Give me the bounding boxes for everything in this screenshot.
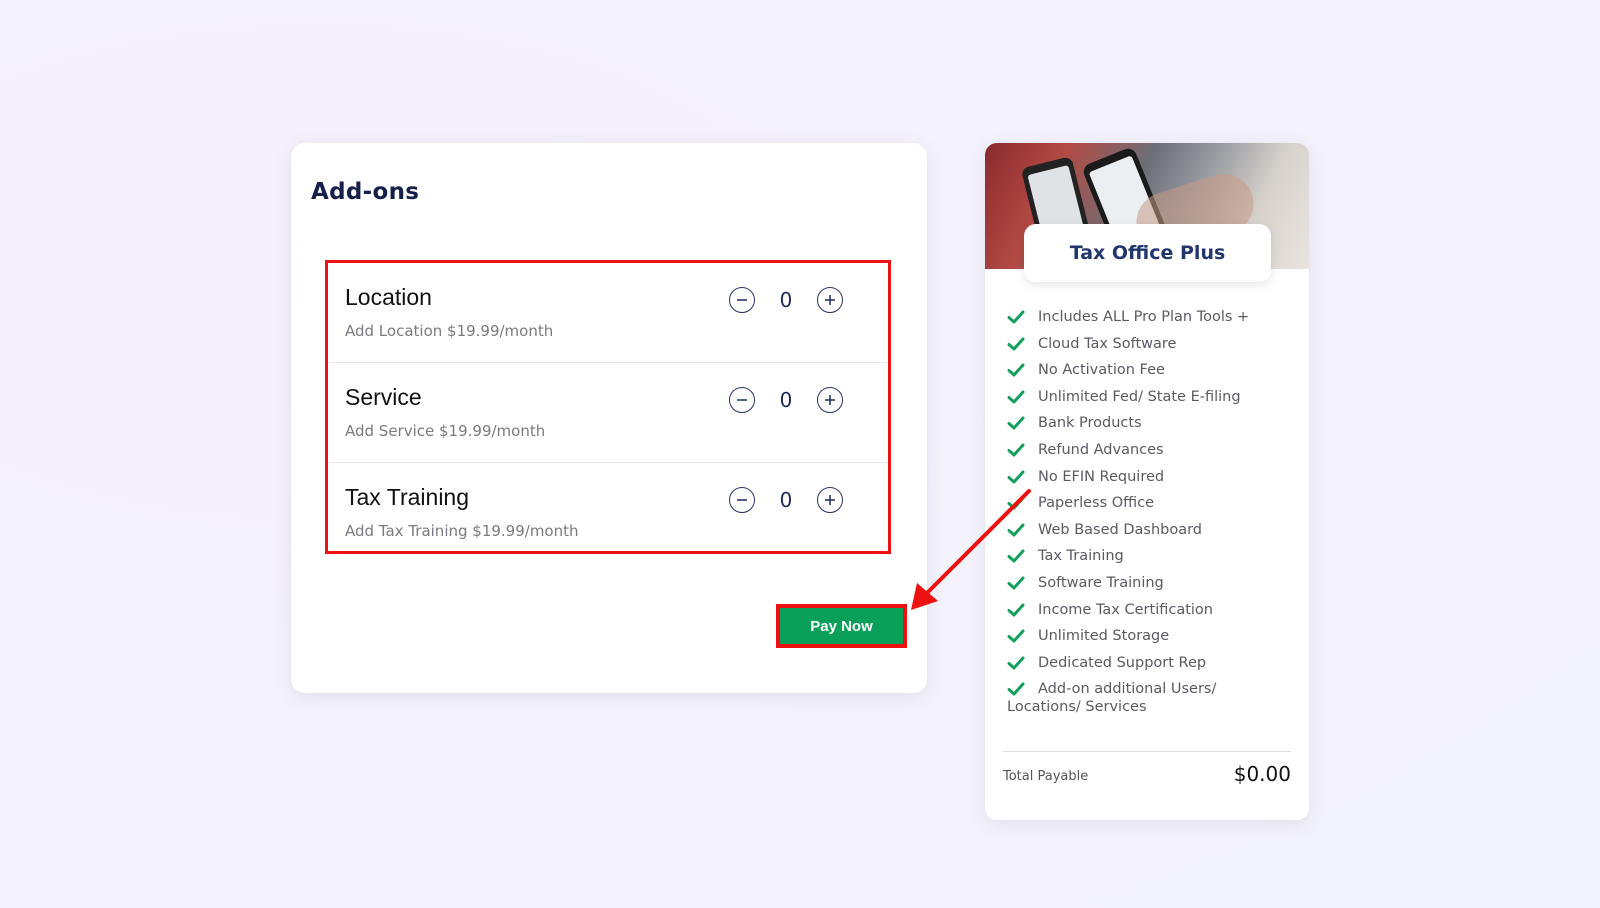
addon-name: Service bbox=[345, 384, 422, 410]
feature-text-continued: Locations/ Services bbox=[1007, 699, 1147, 716]
increment-button[interactable] bbox=[817, 387, 843, 413]
check-icon bbox=[1007, 523, 1025, 537]
total-payable-value: $0.00 bbox=[1233, 762, 1291, 786]
plan-summary-card: Tax Office Plus Includes ALL Pro Plan To… bbox=[985, 143, 1309, 820]
quantity-stepper: 0 bbox=[729, 487, 849, 517]
feature-item: Unlimited Storage bbox=[1007, 627, 1297, 654]
feature-item: Refund Advances bbox=[1007, 441, 1297, 468]
feature-text: No Activation Fee bbox=[1038, 362, 1165, 379]
increment-button[interactable] bbox=[817, 287, 843, 313]
minus-icon bbox=[737, 399, 747, 401]
feature-item: Paperless Office bbox=[1007, 494, 1297, 521]
addon-description: Add Service $19.99/month bbox=[345, 422, 546, 440]
divider bbox=[1003, 751, 1291, 752]
feature-item: Income Tax Certification bbox=[1007, 601, 1297, 628]
feature-text: Refund Advances bbox=[1038, 441, 1164, 458]
feature-item: Add-on additional Users/Locations/ Servi… bbox=[1007, 680, 1297, 716]
feature-item: Web Based Dashboard bbox=[1007, 521, 1297, 548]
check-icon bbox=[1007, 363, 1025, 377]
check-icon bbox=[1007, 682, 1025, 696]
quantity-stepper: 0 bbox=[729, 287, 849, 317]
check-icon bbox=[1007, 310, 1025, 324]
feature-text: Bank Products bbox=[1038, 415, 1142, 432]
check-icon bbox=[1007, 629, 1025, 643]
feature-text: Dedicated Support Rep bbox=[1038, 654, 1207, 671]
decrement-button[interactable] bbox=[729, 287, 755, 313]
feature-list: Includes ALL Pro Plan Tools + Cloud Tax … bbox=[1007, 308, 1297, 716]
check-icon bbox=[1007, 470, 1025, 484]
feature-text: Paperless Office bbox=[1038, 495, 1155, 512]
feature-item: Software Training bbox=[1007, 574, 1297, 601]
feature-text: Includes ALL Pro Plan Tools + bbox=[1038, 309, 1250, 325]
addon-row-service: Service Add Service $19.99/month 0 bbox=[328, 363, 888, 463]
feature-text: No EFIN Required bbox=[1038, 468, 1165, 485]
feature-text: Software Training bbox=[1038, 574, 1164, 591]
feature-text: Web Based Dashboard bbox=[1038, 521, 1203, 538]
plus-icon bbox=[825, 395, 835, 405]
plus-icon bbox=[825, 495, 835, 505]
feature-text: Add-on additional Users/ bbox=[1038, 681, 1217, 698]
feature-item: Tax Training bbox=[1007, 547, 1297, 574]
quantity-stepper: 0 bbox=[729, 387, 849, 417]
addon-name: Tax Training bbox=[345, 484, 470, 510]
decrement-button[interactable] bbox=[729, 487, 755, 513]
feature-text: Income Tax Certification bbox=[1038, 601, 1213, 618]
addons-title: Add-ons bbox=[311, 179, 420, 205]
addon-description: Add Location $19.99/month bbox=[345, 322, 554, 340]
quantity-value: 0 bbox=[779, 488, 793, 512]
addon-row-tax-training: Tax Training Add Tax Training $19.99/mon… bbox=[328, 463, 888, 562]
pay-now-highlight: Pay Now bbox=[776, 604, 907, 648]
feature-item: Dedicated Support Rep bbox=[1007, 654, 1297, 681]
feature-item: Cloud Tax Software bbox=[1007, 335, 1297, 362]
plan-title-box: Tax Office Plus bbox=[1024, 224, 1271, 282]
check-icon bbox=[1007, 549, 1025, 563]
addon-list-highlight: Location Add Location $19.99/month 0 Ser… bbox=[325, 260, 891, 554]
check-icon bbox=[1007, 390, 1025, 404]
minus-icon bbox=[737, 299, 747, 301]
check-icon bbox=[1007, 496, 1025, 510]
feature-text: Unlimited Fed/ State E-filing bbox=[1038, 388, 1241, 405]
feature-item: Unlimited Fed/ State E-filing bbox=[1007, 388, 1297, 415]
check-icon bbox=[1007, 576, 1025, 590]
feature-text: Tax Training bbox=[1038, 548, 1124, 565]
pay-now-button[interactable]: Pay Now bbox=[780, 608, 903, 644]
plus-icon bbox=[825, 295, 835, 305]
feature-item: Bank Products bbox=[1007, 414, 1297, 441]
addon-name: Location bbox=[345, 284, 432, 310]
feature-item: No Activation Fee bbox=[1007, 361, 1297, 388]
feature-text: Unlimited Storage bbox=[1038, 628, 1170, 645]
quantity-value: 0 bbox=[779, 388, 793, 412]
increment-button[interactable] bbox=[817, 487, 843, 513]
check-icon bbox=[1007, 337, 1025, 351]
quantity-value: 0 bbox=[779, 288, 793, 312]
check-icon bbox=[1007, 416, 1025, 430]
addon-row-location: Location Add Location $19.99/month 0 bbox=[328, 263, 888, 363]
decrement-button[interactable] bbox=[729, 387, 755, 413]
check-icon bbox=[1007, 443, 1025, 457]
addon-description: Add Tax Training $19.99/month bbox=[345, 522, 579, 540]
minus-icon bbox=[737, 499, 747, 501]
check-icon bbox=[1007, 603, 1025, 617]
total-payable-label: Total Payable bbox=[1003, 769, 1089, 784]
feature-text: Cloud Tax Software bbox=[1038, 335, 1177, 352]
check-icon bbox=[1007, 656, 1025, 670]
plan-title: Tax Office Plus bbox=[1069, 242, 1226, 264]
feature-item: No EFIN Required bbox=[1007, 468, 1297, 495]
addons-card: Add-ons Location Add Location $19.99/mon… bbox=[291, 143, 927, 693]
feature-item: Includes ALL Pro Plan Tools + bbox=[1007, 308, 1297, 335]
